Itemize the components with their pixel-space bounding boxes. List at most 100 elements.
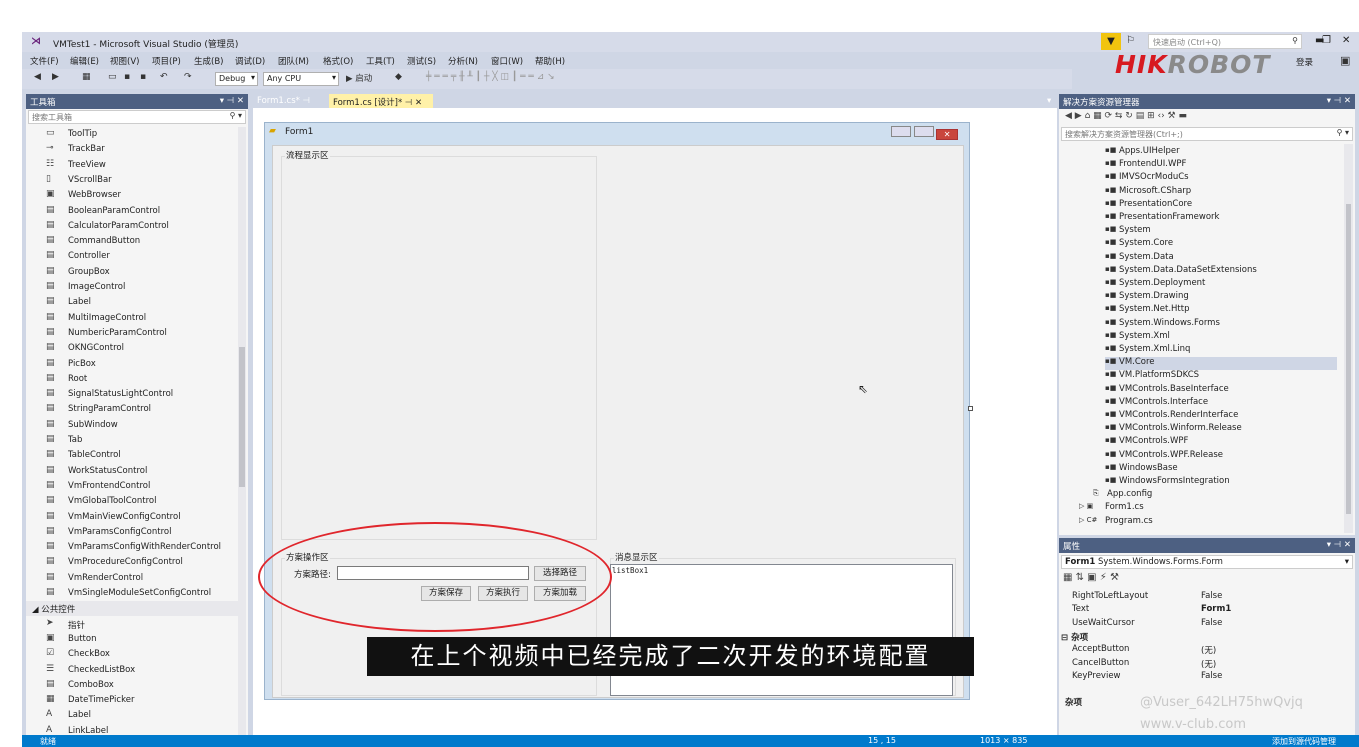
toolbox-item[interactable]: A Label xyxy=(26,708,240,723)
tab-overflow-icon[interactable]: ▾ xyxy=(1043,94,1055,108)
reference-item[interactable]: ▪■ Apps.UIHelper xyxy=(1105,146,1355,159)
toolbox-item[interactable]: ☑ CheckBox xyxy=(26,647,240,662)
maximize-icon[interactable]: ❐ xyxy=(1322,35,1331,46)
properties-toolbar-icons[interactable]: ▦ ⇅ ▣ ⚡ ⚒ xyxy=(1063,572,1119,583)
back-icon[interactable]: ◀ xyxy=(34,72,41,82)
redo-icon[interactable]: ↷ xyxy=(184,72,192,82)
panel-controls-icon[interactable]: ▾ ⊣ ✕ xyxy=(220,96,244,106)
menu-window[interactable]: 窗口(W) xyxy=(491,55,523,67)
menu-team[interactable]: 团队(M) xyxy=(278,55,309,67)
toolbox-item[interactable]: ▤ Root xyxy=(26,372,240,387)
property-row[interactable]: RightToLeftLayout False xyxy=(1059,590,1343,603)
tab-form1-code[interactable]: Form1.cs* ⊣ xyxy=(253,94,321,108)
open-icon[interactable]: ▭ xyxy=(108,72,117,82)
menu-debug[interactable]: 调试(D) xyxy=(235,55,265,67)
toolbox-item[interactable]: ▤ VmGlobalToolControl xyxy=(26,494,240,509)
menu-test[interactable]: 测试(S) xyxy=(407,55,436,67)
reference-item[interactable]: ▪■ System.Net.Http xyxy=(1105,304,1355,317)
reference-item[interactable]: ▪■ VMControls.WPF xyxy=(1105,436,1355,449)
close-icon[interactable]: ✕ xyxy=(1342,35,1350,46)
reference-item[interactable]: ▪■ VMControls.WPF.Release xyxy=(1105,450,1355,463)
reference-item[interactable]: ▪■ WindowsBase xyxy=(1105,463,1355,476)
toolbox-item[interactable]: ☰ CheckedListBox xyxy=(26,663,240,678)
property-row[interactable]: KeyPreview False xyxy=(1059,670,1343,683)
login-link[interactable]: 登录 xyxy=(1296,56,1313,68)
reference-item[interactable]: ▪■ PresentationCore xyxy=(1105,199,1355,212)
menu-edit[interactable]: 编辑(E) xyxy=(70,55,99,67)
toolbox-item[interactable]: ⊸ TrackBar xyxy=(26,142,240,157)
toolbox-item[interactable]: ▤ CalculatorParamControl xyxy=(26,219,240,234)
platform-select[interactable]: Any CPU ▾ xyxy=(263,72,339,86)
toolbox-item[interactable]: ▣ WebBrowser xyxy=(26,188,240,203)
toolbox-item[interactable]: ▭ ToolTip xyxy=(26,127,240,142)
toolbox-item[interactable]: ▤ MultiImageControl xyxy=(26,311,240,326)
solution-toolbar-icons[interactable]: ◀ ▶ ⌂ ▦ ⟳ ⇆ ↻ ▤ ⊞ ‹› ⚒ ▬ xyxy=(1065,111,1187,121)
solution-scrollbar[interactable] xyxy=(1344,144,1353,533)
save-icon[interactable]: ▪ xyxy=(124,72,130,82)
reference-item[interactable]: ▪■ VM.Core xyxy=(1105,357,1337,371)
property-category[interactable]: ⊟ 杂项 xyxy=(1059,630,1343,643)
file-item[interactable]: ▷ ▣ Form1.cs xyxy=(1079,502,1355,515)
reference-item[interactable]: ▪■ System.Data xyxy=(1105,252,1355,265)
toolbox-item[interactable]: ▤ Controller xyxy=(26,249,240,264)
undo-icon[interactable]: ↶ xyxy=(160,72,168,82)
configuration-select[interactable]: Debug ▾ xyxy=(215,72,258,86)
start-button[interactable]: ▶ 启动 xyxy=(346,72,372,84)
reference-item[interactable]: ▪■ WindowsFormsIntegration xyxy=(1105,476,1355,489)
forward-icon[interactable]: ▶ xyxy=(52,72,59,82)
new-project-icon[interactable]: ▦ xyxy=(82,72,91,82)
toolbox-item[interactable]: ▤ VmProcedureConfigControl xyxy=(26,555,240,570)
filter-icon[interactable]: ▼ xyxy=(1101,33,1121,50)
reference-item[interactable]: ▪■ System.Deployment xyxy=(1105,278,1355,291)
toolbox-item[interactable]: ▤ SignalStatusLightControl xyxy=(26,387,240,402)
source-control-button[interactable]: 添加到源代码管理 xyxy=(1272,736,1336,747)
toolbox-item[interactable]: ▤ CommandButton xyxy=(26,234,240,249)
reference-item[interactable]: ▪■ VMControls.Winform.Release xyxy=(1105,423,1355,436)
reference-item[interactable]: ▪■ FrontendUI.WPF xyxy=(1105,159,1355,172)
reference-item[interactable]: ▪■ Microsoft.CSharp xyxy=(1105,186,1355,199)
toolbox-item[interactable]: ▤ VmMainViewConfigControl xyxy=(26,510,240,525)
quick-launch-input[interactable]: 快速启动 (Ctrl+Q) ⚲ xyxy=(1148,34,1302,49)
toolbox-item[interactable]: ▤ OKNGControl xyxy=(26,341,240,356)
file-item[interactable]: ⎘ App.config xyxy=(1093,489,1355,502)
reference-item[interactable]: ▪■ System.Drawing xyxy=(1105,291,1355,304)
toolbox-item[interactable]: ▤ NumbericParamControl xyxy=(26,326,240,341)
solution-search-input[interactable]: 搜索解决方案资源管理器(Ctrl+;) ⚲ ▾ xyxy=(1061,127,1353,141)
align-icons[interactable]: ╪ ═ ═ ╤ ╫ ╨ ┃ ┼ ╳ ◫ ┃ ═ ═ ⊿ ↘ xyxy=(426,72,555,82)
object-selector[interactable]: Form1 System.Windows.Forms.Form ▾ xyxy=(1061,555,1353,569)
menu-project[interactable]: 项目(P) xyxy=(152,55,181,67)
toolbox-item[interactable]: ▤ StringParamControl xyxy=(26,402,240,417)
toolbox-item[interactable]: ▤ WorkStatusControl xyxy=(26,464,240,479)
toolbox-item[interactable]: ▤ ImageControl xyxy=(26,280,240,295)
toolbox-item[interactable]: ▯ VScrollBar xyxy=(26,173,240,188)
reference-item[interactable]: ▪■ System.Xml.Linq xyxy=(1105,344,1355,357)
message-listbox[interactable]: listBox1 xyxy=(610,564,953,696)
toolbox-item[interactable]: ▤ PicBox xyxy=(26,357,240,372)
browser-icon[interactable]: ◆ xyxy=(395,72,402,82)
menu-tools[interactable]: 工具(T) xyxy=(366,55,395,67)
toolbox-item[interactable]: ➤ 指针 xyxy=(26,617,240,632)
toolbox-item[interactable]: A LinkLabel xyxy=(26,724,240,735)
panel-controls-icon[interactable]: ▾ ⊣ ✕ xyxy=(1327,540,1351,550)
minimize-icon[interactable] xyxy=(891,126,911,137)
reference-item[interactable]: ▪■ System xyxy=(1105,225,1355,238)
tab-form1-designer[interactable]: Form1.cs [设计]* ⊣ ✕ xyxy=(329,94,433,108)
reference-item[interactable]: ▪■ VMControls.Interface xyxy=(1105,397,1355,410)
menu-analyze[interactable]: 分析(N) xyxy=(448,55,478,67)
menu-file[interactable]: 文件(F) xyxy=(30,55,59,67)
toolbox-item[interactable]: ▤ VmFrontendControl xyxy=(26,479,240,494)
toolbox-item[interactable]: ▤ Label xyxy=(26,295,240,310)
save-all-icon[interactable]: ▪ xyxy=(140,72,146,82)
menu-help[interactable]: 帮助(H) xyxy=(535,55,565,67)
toolbox-section-common[interactable]: ◢ 公共控件 xyxy=(26,601,240,617)
property-row[interactable]: Text Form1 xyxy=(1059,603,1343,616)
toolbox-item[interactable]: ▤ SubWindow xyxy=(26,418,240,433)
toolbox-search-input[interactable]: 搜索工具箱 ⚲ ▾ xyxy=(28,110,246,124)
close-icon[interactable]: ✕ xyxy=(936,129,959,140)
toolbox-item[interactable]: ▣ Button xyxy=(26,632,240,647)
panel-controls-icon[interactable]: ▾ ⊣ ✕ xyxy=(1327,96,1351,106)
reference-item[interactable]: ▪■ PresentationFramework xyxy=(1105,212,1355,225)
toolbox-item[interactable]: ▤ GroupBox xyxy=(26,265,240,280)
menu-view[interactable]: 视图(V) xyxy=(110,55,139,67)
resize-handle[interactable] xyxy=(968,406,973,411)
